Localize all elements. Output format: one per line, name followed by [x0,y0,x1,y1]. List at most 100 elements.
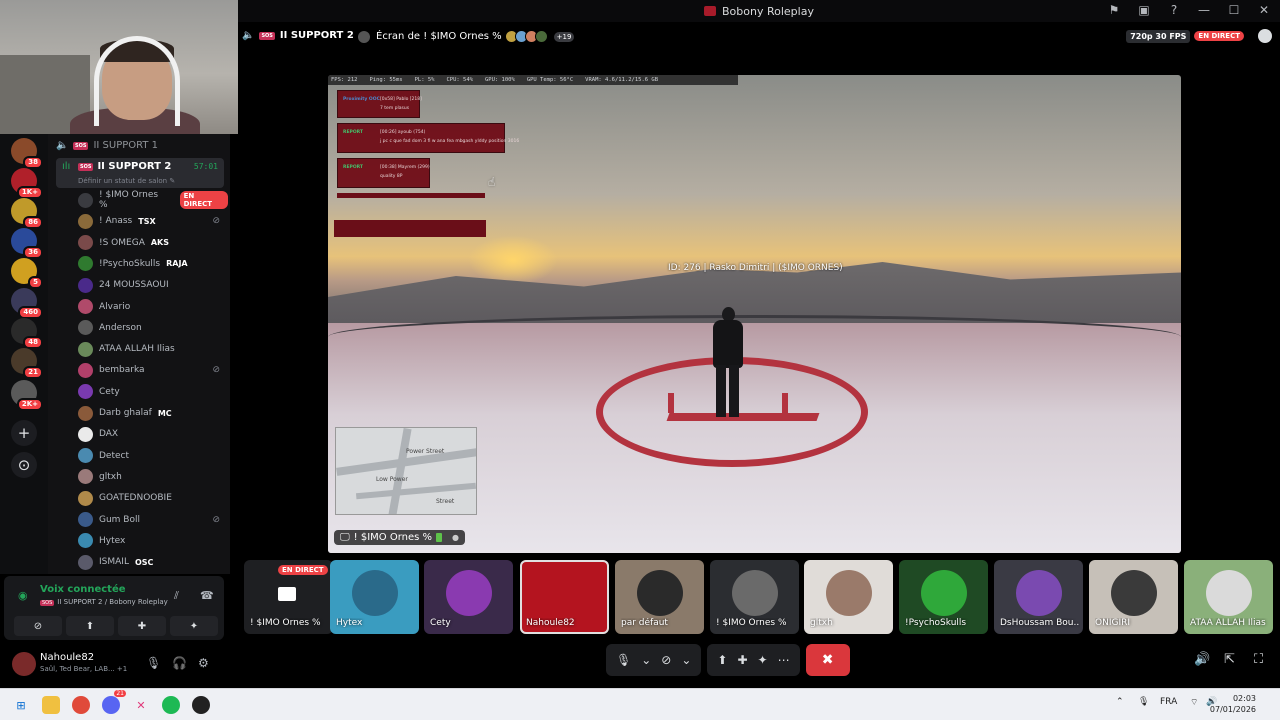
participant-tile[interactable]: ONIGIRI [1089,560,1178,634]
voice-user[interactable]: ATAA ALLAH Ilias [78,339,228,359]
more-options-icon[interactable]: ⋯ [778,653,790,667]
volume-icon[interactable]: 🔊 [1194,652,1210,667]
disconnect-icon[interactable]: ☎ [200,589,214,602]
avatar [1110,570,1157,616]
server-icon[interactable]: 86 [11,198,43,229]
stream-video[interactable]: ID: 276 | Rasko Dimitri | ($IMO ORNES) F… [328,75,1181,553]
game-launcher-icon[interactable] [192,696,210,714]
server-icon[interactable]: 21 [11,348,43,379]
voice-user[interactable]: Cety [78,382,228,402]
voice-user[interactable]: ! $IMO Ornes % EN DIRECT [78,190,228,210]
popout-icon[interactable]: ⇱ [1224,652,1235,667]
noise-suppression-icon[interactable]: ⫽ [174,589,179,603]
viewer-avatars[interactable] [504,30,548,43]
camera-off-icon[interactable]: ⊘ [661,653,671,667]
spotify-icon[interactable] [162,696,180,714]
discord-icon[interactable]: 21 [102,690,126,714]
start-button-icon[interactable]: ⊞ [12,696,30,714]
minimize-button[interactable]: — [1196,2,1212,18]
tray-mic-icon[interactable]: 🎙 [1138,697,1149,707]
mic-control[interactable]: 🎙 ⌄ ⊘ ⌄ [606,644,702,676]
maximize-button[interactable]: ☐ [1226,2,1242,18]
soundboard-button[interactable]: ✦ [170,616,218,636]
close-button[interactable]: ✕ [1256,2,1272,18]
server-icon[interactable]: 36 [11,228,43,259]
file-explorer-icon[interactable] [42,696,60,714]
voice-channel-support2[interactable]: ılı SOS II SUPPORT 2 57:01 Définir un st… [56,158,224,188]
soundboard-icon[interactable]: ✦ [758,653,768,667]
tray-chevron-icon[interactable]: ⌃ [1116,697,1124,707]
participant-tile[interactable]: par défaut [615,560,704,634]
camera-off-button[interactable]: ⊘ [14,616,62,636]
microphone-icon[interactable]: 🎙 [616,653,631,667]
channel-status[interactable]: Définir un statut de salon ✎ [78,177,175,185]
participant-name: ONIGIRI [1095,618,1131,628]
server-icon[interactable]: 1K+ [11,168,43,199]
avatar[interactable] [12,652,36,676]
add-server-button[interactable]: + [11,420,37,446]
server-icon[interactable]: 2K+ [11,380,43,411]
voice-user[interactable]: DAX [78,424,228,444]
voice-user[interactable]: !S OMEGA AKS [78,233,228,253]
participant-tile[interactable]: Hytex [330,560,419,634]
extra-viewers-count[interactable]: +19 [553,31,575,42]
signal-icon[interactable]: ◉ [18,589,28,602]
participant-tile[interactable]: DsHoussam Bou... [994,560,1083,634]
activities-icon[interactable]: ✚ [737,653,747,667]
voice-user[interactable]: ! Anass TSX ⊘ [78,211,228,231]
voice-user[interactable]: !PsychoSkulls RAJA [78,254,228,274]
wifi-icon[interactable]: ⌔ [1190,697,1198,708]
input-language[interactable]: FRA [1160,697,1177,707]
options-dot-icon[interactable]: ● [452,533,459,542]
voice-user[interactable]: gltxh [78,467,228,487]
voice-user-name: ISMAIL [99,557,129,568]
channel-name: SOS II SUPPORT 2 [78,161,171,172]
activities-button[interactable]: ✚ [118,616,166,636]
app-x-icon[interactable]: ✕ [132,696,150,714]
participant-tile[interactable]: Nahoule82 [520,560,609,634]
voice-user[interactable]: Detect [78,446,228,466]
speaker-icon: 🔈 [56,140,69,151]
voice-user[interactable]: ISMAIL OSC [78,552,228,572]
participant-name: ! $IMO Ornes % [716,618,787,628]
participant-tile[interactable]: Cety [424,560,513,634]
server-icon[interactable]: 5 [11,258,43,289]
voice-user[interactable]: Hytex [78,531,228,551]
headphones-icon[interactable]: 🎧 [172,656,187,670]
voice-channel-path[interactable]: SOS II SUPPORT 2 / Bobony Roleplay [40,598,168,606]
inbox-icon[interactable]: ⚑ [1106,2,1122,18]
microphone-icon[interactable]: 🎙 [146,656,161,670]
voice-user[interactable]: GOATEDNOOBIE [78,488,228,508]
share-screen-icon[interactable]: ⬆ [717,653,727,667]
chat-bubble-icon[interactable] [1258,29,1272,43]
participant-tile[interactable]: gltxh [804,560,893,634]
participant-tile[interactable]: EN DIRECT ! $IMO Ornes % [244,560,333,634]
voice-user[interactable]: 24 MOUSSAOUI [78,275,228,295]
participant-tile[interactable]: ! $IMO Ornes % [710,560,799,634]
chevron-down-icon[interactable]: ⌄ [641,653,651,667]
server-icon[interactable]: 38 [11,138,43,169]
voice-user[interactable]: Darb ghalaf MC [78,403,228,423]
settings-gear-icon[interactable]: ⚙ [198,656,209,670]
voice-user[interactable]: Anderson [78,318,228,338]
help-icon[interactable]: ? [1166,2,1182,18]
voice-user[interactable]: Gum Boll ⊘ [78,510,228,530]
server-icon[interactable]: 48 [11,318,43,349]
monitor-icon[interactable]: ▣ [1136,2,1152,18]
avatar [78,192,93,208]
explore-servers-button[interactable]: ⊙ [11,452,37,478]
server-icon[interactable]: 460 [11,288,43,319]
disconnect-button[interactable]: ✖ [805,644,850,676]
participant-name: Hytex [336,618,363,628]
voice-user[interactable]: bembarka ⊘ [78,360,228,380]
chevron-down-icon[interactable]: ⌄ [681,653,691,667]
voice-channel-support1[interactable]: 🔈 SOS II SUPPORT 1 [56,140,158,151]
participant-tile[interactable]: ATAA ALLAH Ilias [1184,560,1273,634]
participant-tile[interactable]: !PsychoSkulls [899,560,988,634]
fullscreen-icon[interactable]: ⛶ [1254,652,1263,667]
system-clock[interactable]: 02:03 07/01/2026 [1210,693,1256,715]
share-screen-button[interactable]: ⬆ [66,616,114,636]
chrome-icon[interactable] [72,696,90,714]
avatar [1015,570,1062,616]
voice-user[interactable]: Alvario [78,297,228,317]
